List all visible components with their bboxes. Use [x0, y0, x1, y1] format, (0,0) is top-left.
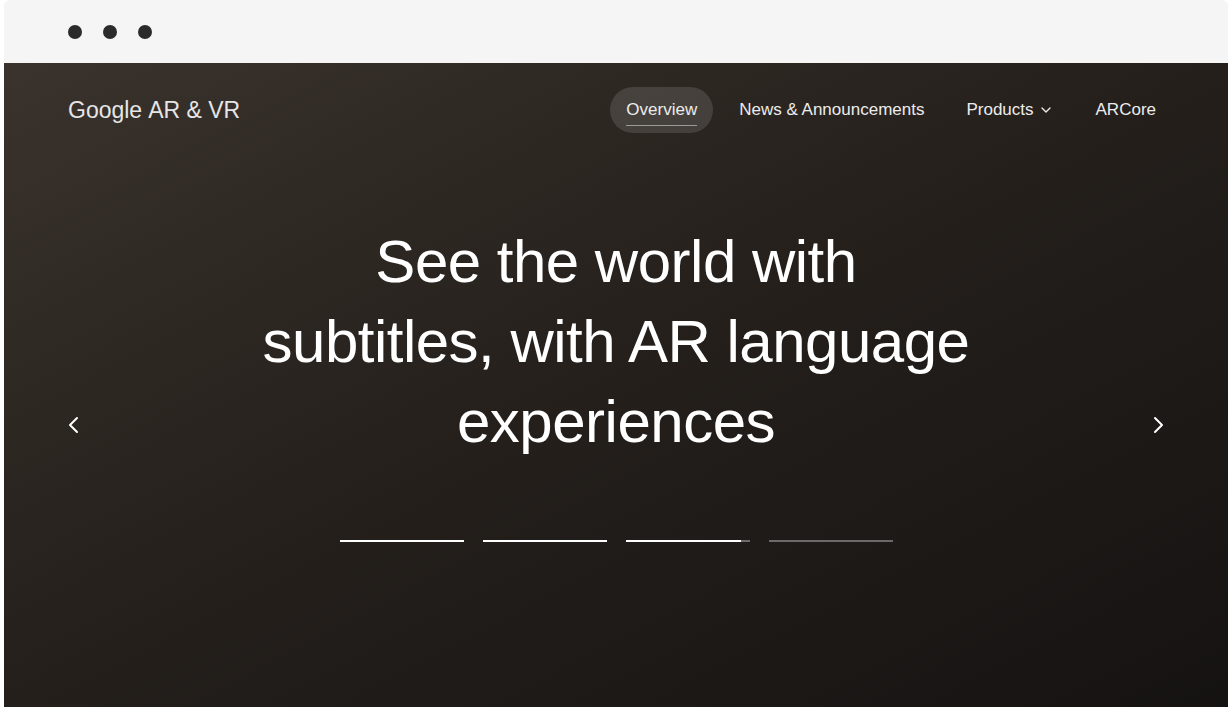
window-dot[interactable]: [103, 25, 117, 39]
slide-indicator[interactable]: [483, 540, 607, 542]
hero: GoogleAR & VR Overview News & Announcement…: [4, 63, 1228, 707]
chevron-down-icon: [1038, 102, 1054, 118]
indicator-fill: [483, 540, 607, 542]
indicator-fill: [340, 540, 464, 542]
logo-brand: Google: [68, 93, 142, 128]
window-dot[interactable]: [68, 25, 82, 39]
nav-label: ARCore: [1096, 94, 1156, 127]
nav-item[interactable]: ARCore: [1080, 87, 1172, 133]
nav-item[interactable]: News & Announcements: [723, 87, 940, 133]
nav-label: Overview: [626, 94, 697, 127]
next-button[interactable]: [1146, 413, 1170, 437]
slide-indicator[interactable]: [769, 540, 893, 542]
logo[interactable]: GoogleAR & VR: [68, 93, 240, 128]
hero-headline: See the world with subtitles, with AR la…: [256, 222, 976, 462]
nav-menu: Overview News & Announcements Products ARCo…: [610, 87, 1172, 133]
nav-item[interactable]: Products: [950, 87, 1069, 133]
nav-item[interactable]: Overview: [610, 87, 713, 133]
nav-label: Products: [966, 94, 1033, 127]
slide-indicators: [340, 540, 893, 542]
slide-indicator[interactable]: [626, 540, 750, 542]
page: GoogleAR & VR Overview News & Announcement…: [0, 0, 1232, 715]
window-dot[interactable]: [138, 25, 152, 39]
carousel: See the world with subtitles, with AR la…: [4, 133, 1228, 542]
indicator-fill: [626, 540, 741, 542]
prev-button[interactable]: [62, 413, 86, 437]
slide-indicator[interactable]: [340, 540, 464, 542]
chevron-right-icon: [1146, 413, 1170, 437]
browser-bar: [4, 0, 1228, 63]
top-nav: GoogleAR & VR Overview News & Announcement…: [4, 63, 1228, 133]
nav-label: News & Announcements: [739, 94, 924, 127]
slide-content: See the world with subtitles, with AR la…: [86, 222, 1146, 542]
chevron-left-icon: [62, 413, 86, 437]
logo-product: AR & VR: [148, 93, 240, 128]
